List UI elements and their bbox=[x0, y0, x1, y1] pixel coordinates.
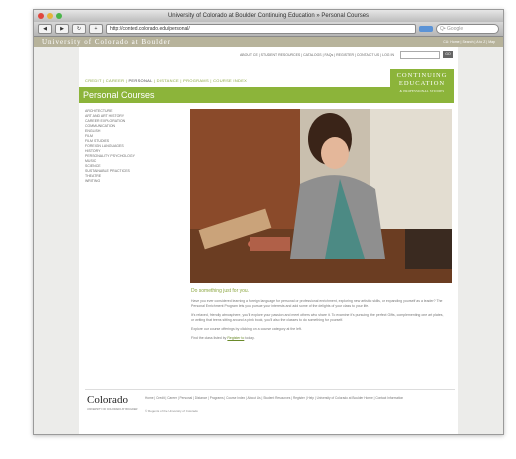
continuing-education-logo[interactable]: CONTINUING EDUCATION & PROFESSIONAL STUD… bbox=[390, 69, 454, 103]
browser-window: University of Colorado at Boulder Contin… bbox=[33, 9, 504, 435]
site-search-input[interactable] bbox=[400, 51, 440, 59]
browser-toolbar: ◀ ▶ ↻ + http://conted.colorado.edu/perso… bbox=[34, 22, 503, 37]
page-title-bar: Personal Courses bbox=[79, 87, 390, 103]
back-button[interactable]: ◀ bbox=[38, 24, 52, 34]
register-link[interactable]: Register to bbox=[227, 336, 244, 340]
register-suffix: today. bbox=[244, 336, 255, 340]
content-paragraph-3: Explore our course offerings by clicking… bbox=[191, 327, 302, 331]
content-tagline: Do something just for you. bbox=[191, 288, 250, 294]
section-nav-distance[interactable]: DISTANCE bbox=[157, 78, 179, 83]
cu-header-links[interactable]: CU: Home | Search | A to Z | Map bbox=[443, 40, 495, 44]
register-prefix: Find the class listed by bbox=[191, 336, 228, 340]
refresh-button[interactable]: ↻ bbox=[72, 24, 86, 34]
colorado-wordmark-sub: UNIVERSITY OF COLORADO AT BOULDER bbox=[87, 408, 138, 411]
colorado-wordmark[interactable]: Colorado bbox=[87, 394, 128, 406]
cu-header-bar: University of Colorado at Boulder CU: Ho… bbox=[34, 37, 503, 47]
content-paragraph-4: Find the class listed by Register to tod… bbox=[191, 336, 446, 341]
footer-copyright: © Regents of the University of Colorado bbox=[145, 409, 198, 413]
logo-line-2: EDUCATION bbox=[398, 80, 446, 87]
page-content: ABOUT CE | STUDENT RESOURCES | CATALOGS … bbox=[79, 47, 458, 434]
pottery-student-illustration bbox=[190, 109, 452, 283]
content-paragraph-2: It's relaxed, friendly atmosphere, you'l… bbox=[191, 313, 444, 322]
zoom-window-button[interactable] bbox=[56, 13, 62, 19]
top-nav[interactable]: ABOUT CE | STUDENT RESOURCES | CATALOGS … bbox=[240, 53, 394, 57]
logo-line-3: & PROFESSIONAL STUDIES bbox=[399, 89, 445, 93]
content-paragraph-1: Have you ever considered learning a fore… bbox=[191, 299, 443, 308]
google-search-field[interactable]: Q• Google bbox=[436, 24, 499, 34]
window-title: University of Colorado at Boulder Contin… bbox=[167, 13, 370, 19]
site-search-button[interactable]: GO bbox=[443, 51, 453, 58]
page-footer: Colorado UNIVERSITY OF COLORADO AT BOULD… bbox=[85, 389, 455, 413]
hero-photo bbox=[190, 109, 452, 283]
section-nav-career[interactable]: CAREER bbox=[106, 78, 124, 83]
section-nav-programs[interactable]: PROGRAMS bbox=[183, 78, 209, 83]
window-controls bbox=[38, 13, 62, 19]
page-viewport: University of Colorado at Boulder CU: Ho… bbox=[34, 37, 503, 434]
page-title: Personal Courses bbox=[83, 90, 155, 100]
section-nav: CREDIT | CAREER | PERSONAL | DISTANCE | … bbox=[85, 78, 248, 83]
content-body: Have you ever considered learning a fore… bbox=[191, 299, 446, 345]
rss-icon[interactable] bbox=[419, 26, 433, 32]
add-bookmark-button[interactable]: + bbox=[89, 24, 103, 34]
cu-brand[interactable]: University of Colorado at Boulder bbox=[42, 38, 171, 46]
minimize-window-button[interactable] bbox=[47, 13, 53, 19]
sidebar-item-writing[interactable]: WRITING bbox=[85, 179, 165, 184]
section-nav-personal[interactable]: PERSONAL bbox=[128, 78, 152, 83]
forward-button[interactable]: ▶ bbox=[55, 24, 69, 34]
section-nav-course-index[interactable]: COURSE INDEX bbox=[213, 78, 247, 83]
address-bar[interactable]: http://conted.colorado.edu/personal/ bbox=[106, 24, 416, 34]
close-window-button[interactable] bbox=[38, 13, 44, 19]
title-bar: University of Colorado at Boulder Contin… bbox=[34, 10, 503, 22]
logo-line-1: CONTINUING bbox=[396, 72, 448, 79]
section-nav-credit[interactable]: CREDIT bbox=[85, 78, 102, 83]
footer-links[interactable]: Home | Credit | Career | Personal | Dist… bbox=[145, 396, 450, 401]
course-category-list: ARCHITECTURE ART AND ART HISTORY CAREER … bbox=[85, 109, 165, 184]
